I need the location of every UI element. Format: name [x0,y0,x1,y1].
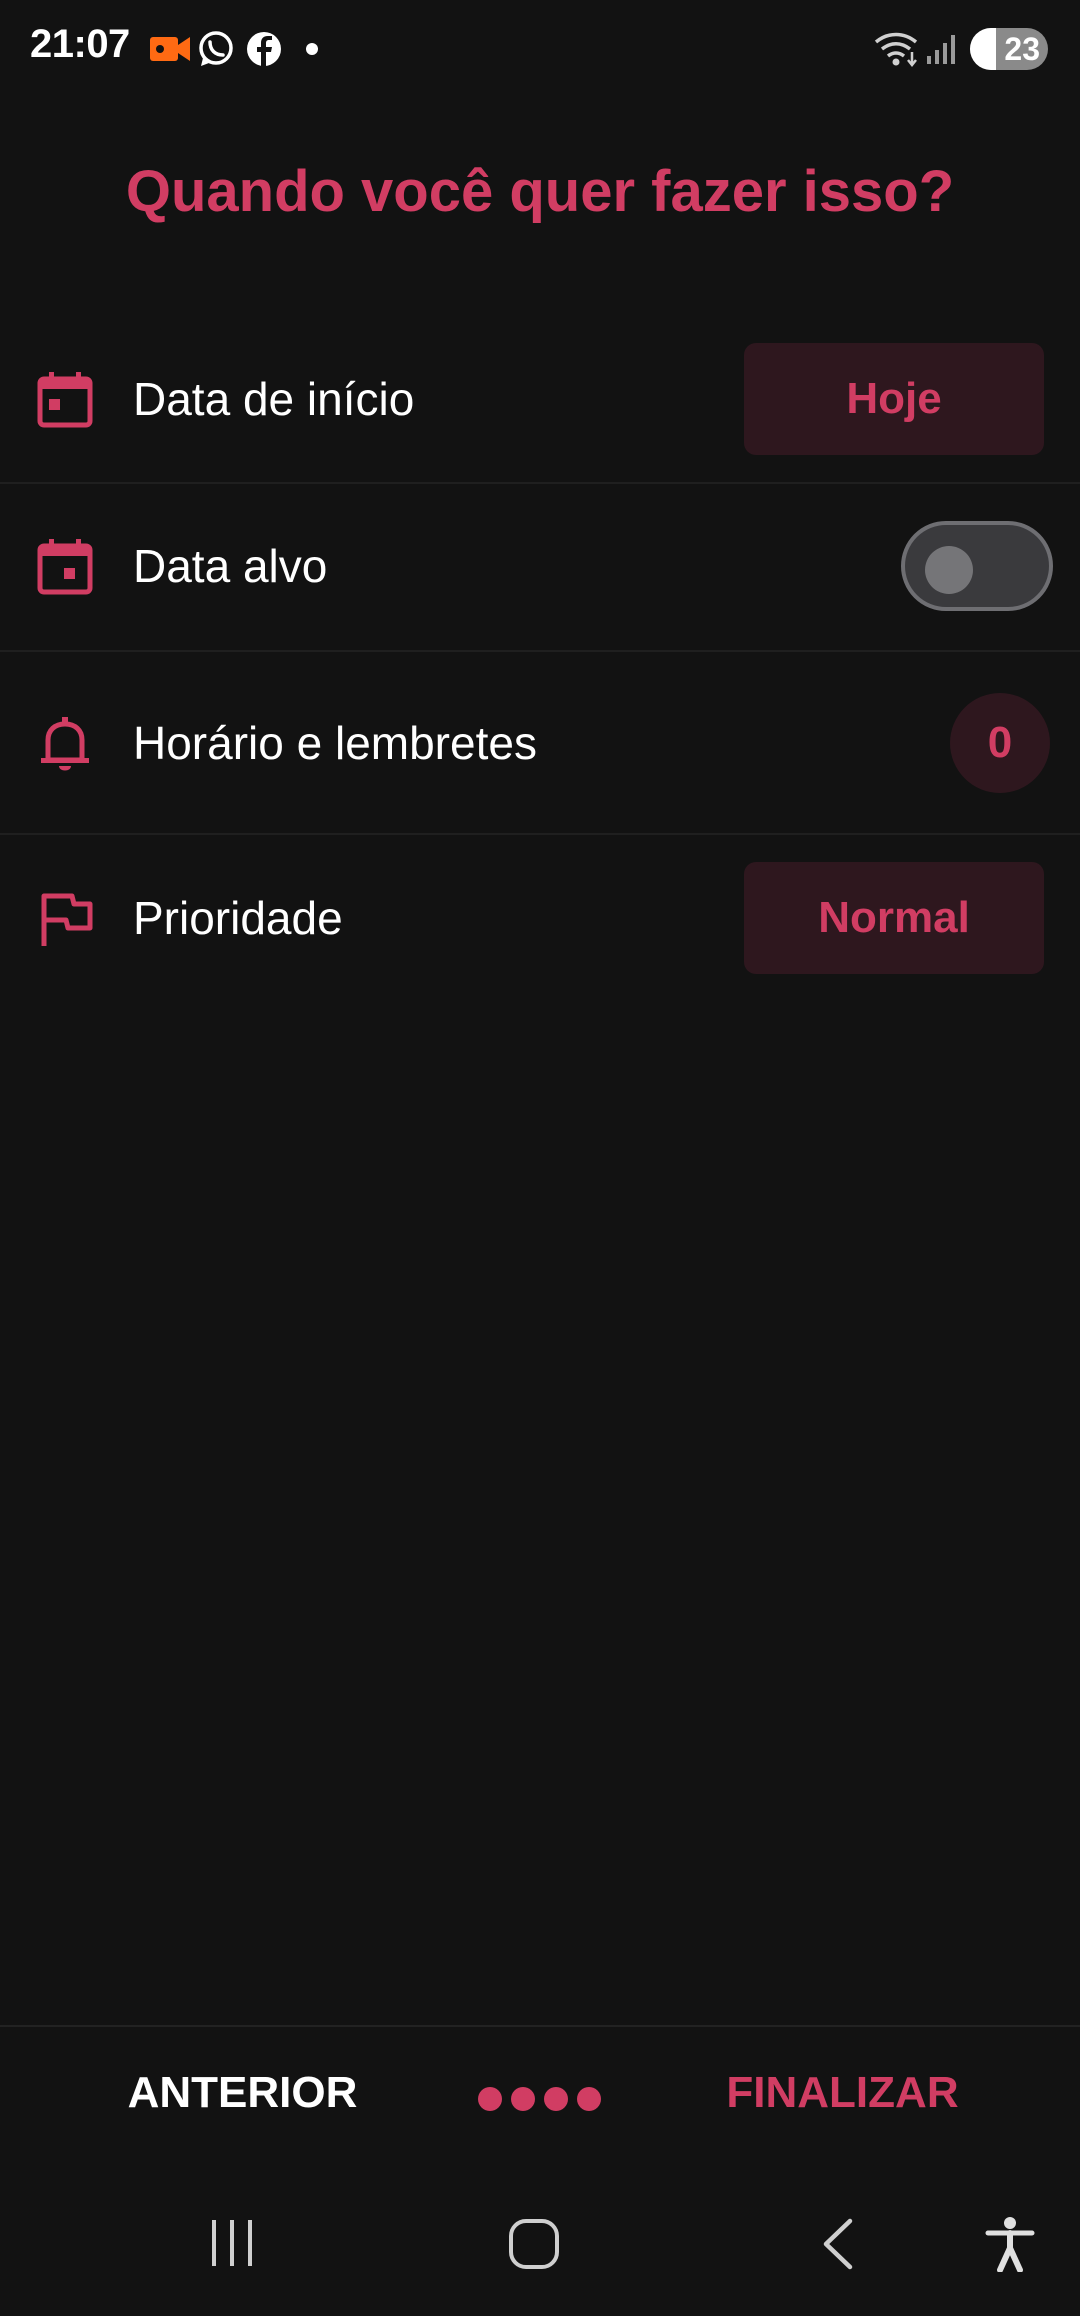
flag-icon [41,893,93,946]
start-date-label: Data de início [133,373,415,425]
battery-icon: 23 [970,28,1048,70]
battery-level: 23 [1004,31,1040,67]
divider [0,833,1080,835]
accessibility-icon[interactable] [984,2216,1036,2272]
step-dot [511,2087,535,2111]
divider [0,482,1080,484]
home-icon[interactable] [508,2218,560,2270]
reminders-row[interactable]: Horário e lembretes [0,664,1080,824]
start-date-row[interactable]: Data de início Hoje [0,326,1080,474]
footer-divider [0,2025,1080,2027]
priority-button[interactable]: Normal [744,862,1044,974]
wifi-icon [874,32,918,68]
reminders-count-badge[interactable]: 0 [950,693,1050,793]
calendar-icon [37,539,93,595]
start-date-button[interactable]: Hoje [744,343,1044,455]
signal-icon [927,35,955,64]
target-date-toggle[interactable] [901,521,1053,611]
divider [0,650,1080,652]
bell-icon [41,717,89,771]
recent-apps-icon[interactable] [206,2218,258,2268]
facebook-icon [247,32,281,66]
navigation-bar [0,2200,1080,2316]
step-dot [544,2087,568,2111]
toggle-knob [925,546,973,594]
priority-label: Prioridade [133,892,343,944]
step-dot [577,2087,601,2111]
back-icon[interactable] [818,2218,858,2270]
previous-button[interactable]: ANTERIOR [105,2068,380,2132]
step-dot [478,2087,502,2111]
target-date-label: Data alvo [133,540,328,592]
priority-row[interactable]: Prioridade Normal [0,845,1080,995]
whatsapp-icon [199,31,233,66]
video-recording-icon [150,37,190,61]
status-time: 21:07 [30,22,130,66]
finish-button[interactable]: FINALIZAR [700,2068,985,2132]
reminders-label: Horário e lembretes [133,717,537,769]
status-bar: 21:07 23 [0,0,1080,100]
page-title: Quando você quer fazer isso? [125,159,955,224]
step-indicator [478,2087,602,2113]
notification-dot-icon [306,43,318,55]
calendar-icon [37,372,93,428]
